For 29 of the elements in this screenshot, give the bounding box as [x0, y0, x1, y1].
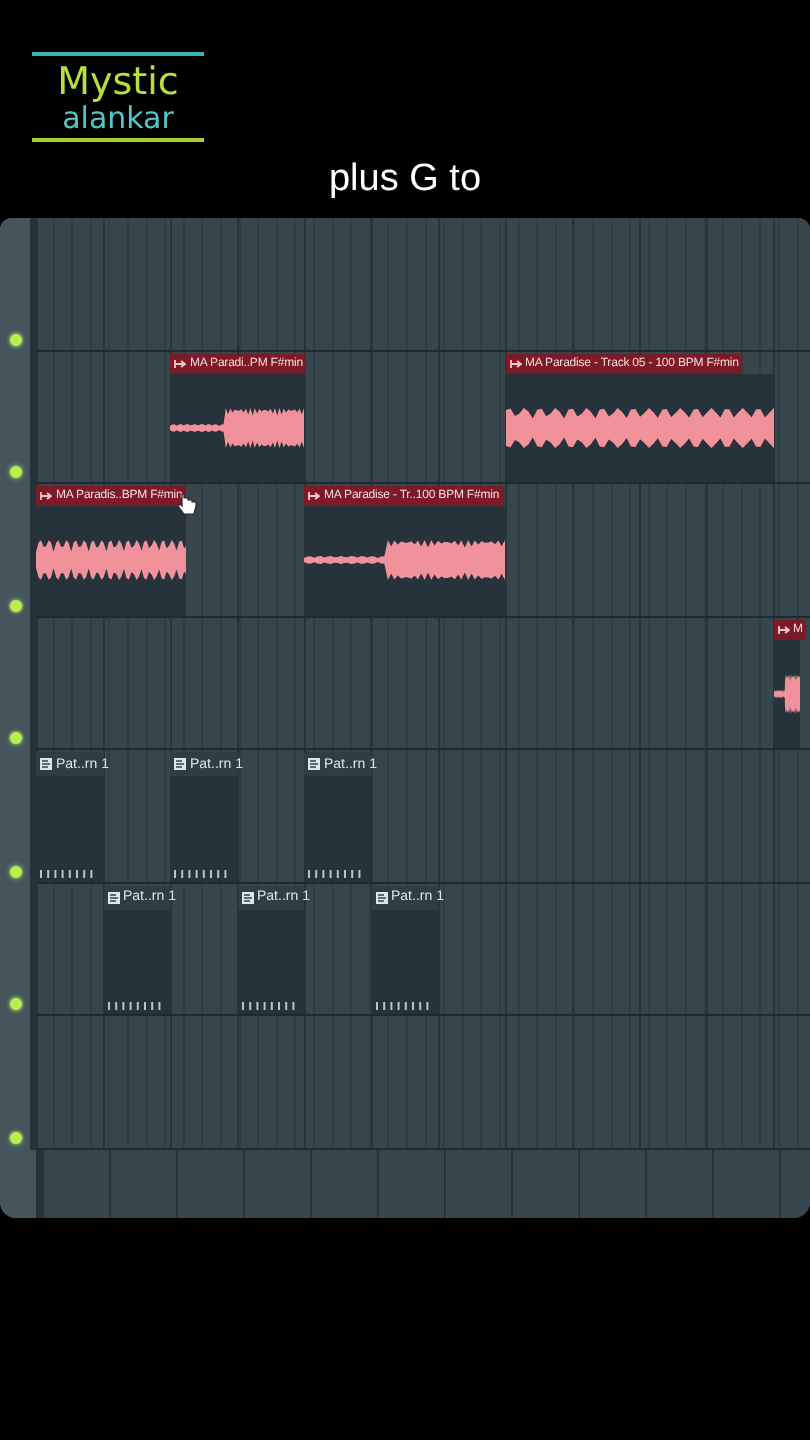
pattern-icon	[375, 891, 387, 903]
subtitle-caption: plus G to	[328, 158, 482, 202]
clip-menu-icon[interactable]	[40, 490, 52, 502]
logo-subtext: alankar	[62, 102, 174, 134]
led-icon[interactable]	[9, 599, 21, 611]
led-icon[interactable]	[9, 732, 21, 744]
clip-menu-icon[interactable]	[308, 490, 320, 502]
pattern-icon	[40, 758, 52, 770]
clip-menu-icon[interactable]	[777, 623, 789, 635]
led-icon[interactable]	[9, 998, 21, 1010]
led-icon[interactable]	[9, 1131, 21, 1143]
audio-clip[interactable]	[36, 506, 187, 615]
hand-cursor-icon	[178, 492, 198, 516]
audio-clip[interactable]	[505, 373, 773, 482]
logo-text: Mystic	[57, 62, 179, 102]
waveform-drawing	[170, 407, 304, 448]
pattern-icon	[174, 758, 186, 770]
clip-menu-icon[interactable]	[174, 357, 186, 369]
audio-clip[interactable]	[304, 506, 505, 615]
pattern-icon	[107, 891, 119, 903]
pattern-icon	[241, 891, 253, 903]
pattern-icon	[308, 758, 320, 770]
clip-menu-icon[interactable]	[509, 357, 521, 369]
led-icon[interactable]	[9, 865, 21, 877]
led-icon[interactable]	[9, 466, 21, 478]
waveform-drawing	[773, 673, 800, 714]
audio-clip[interactable]	[170, 373, 304, 482]
led-icon[interactable]	[9, 333, 21, 345]
audio-clip[interactable]	[773, 639, 800, 748]
